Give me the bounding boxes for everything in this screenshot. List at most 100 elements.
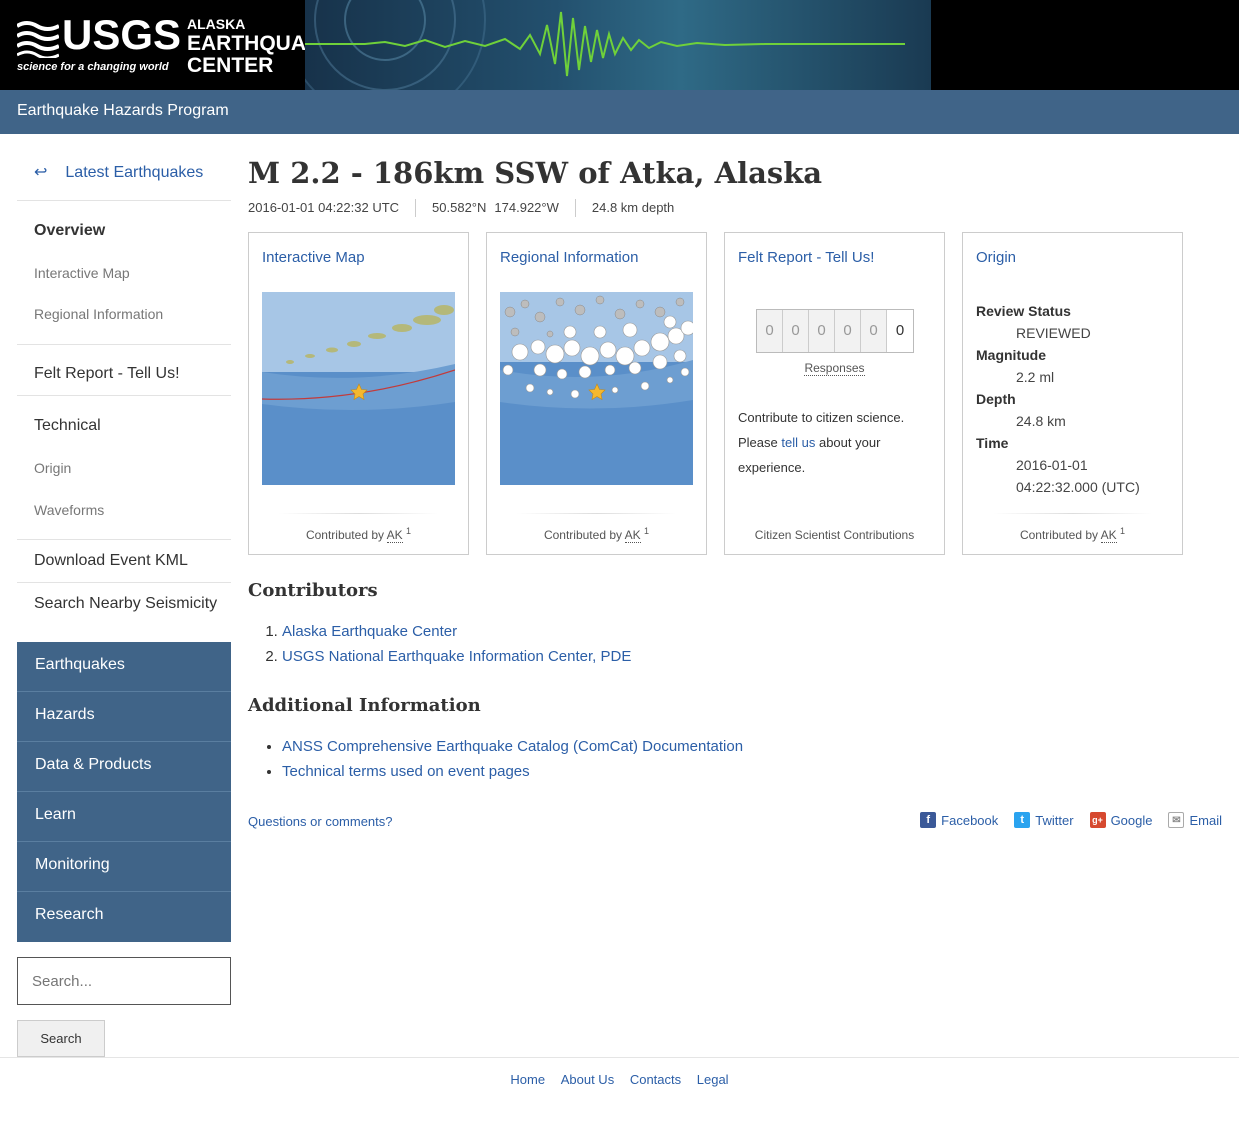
twitter-icon: t <box>1014 812 1031 828</box>
sidebar-item-felt-report[interactable]: Felt Report - Tell Us! <box>34 365 248 383</box>
card-regional-information-title[interactable]: Regional Information <box>500 249 638 266</box>
footer-contacts-link[interactable]: Contacts <box>630 1072 681 1087</box>
latest-earthquakes-label: Latest Earthquakes <box>65 164 204 181</box>
divider <box>993 513 1152 514</box>
time-date-value: 2016-01-01 <box>1016 457 1088 473</box>
counter-digit: 0 <box>861 310 887 352</box>
card-felt-report-title[interactable]: Felt Report - Tell Us! <box>738 249 874 266</box>
divider <box>17 582 231 583</box>
usgs-wave-icon <box>17 21 59 58</box>
responses-label: Responses <box>725 361 944 376</box>
site-nav-learn[interactable]: Learn <box>17 792 231 842</box>
card-felt-report-footer: Citizen Scientist Contributions <box>754 528 915 542</box>
contributors-heading: Contributors <box>248 580 378 601</box>
contributor-footnote: 1 <box>1120 526 1126 536</box>
contributor-footnote: 1 <box>644 526 650 536</box>
felt-text-please: Please <box>738 435 778 450</box>
list-item: USGS National Earthquake Information Cen… <box>282 644 631 669</box>
sidebar-item-search-nearby[interactable]: Search Nearby Seismicity <box>34 595 248 613</box>
card-origin-title[interactable]: Origin <box>976 249 1016 266</box>
counter-digit: 0 <box>757 310 783 352</box>
magnitude-label: Magnitude <box>976 347 1046 363</box>
site-footer: Home About Us Contacts Legal <box>0 1072 1239 1087</box>
counter-digit: 0 <box>809 310 835 352</box>
share-email[interactable]: ✉ Email <box>1168 812 1222 828</box>
seismogram-banner <box>305 0 931 90</box>
email-icon: ✉ <box>1168 812 1185 828</box>
site-nav-earthquakes[interactable]: Earthquakes <box>17 642 231 692</box>
event-depth: 24.8 km depth <box>574 199 690 217</box>
site-nav: Earthquakes Hazards Data & Products Lear… <box>17 642 231 942</box>
event-location: 50.582°N 174.922°W <box>415 199 575 217</box>
footer-about-link[interactable]: About Us <box>561 1072 614 1087</box>
contributed-by-label: Contributed by <box>543 528 622 542</box>
program-link[interactable]: Earthquake Hazards Program <box>17 102 229 120</box>
contributor-source[interactable]: AK <box>386 528 403 543</box>
contributor-footnote: 1 <box>406 526 412 536</box>
site-header: USGS science for a changing world ALASKA… <box>0 0 1239 90</box>
share-twitter[interactable]: t Twitter <box>1014 812 1074 828</box>
google-plus-icon: g+ <box>1089 812 1106 828</box>
interactive-map-thumbnail[interactable] <box>262 292 455 485</box>
card-interactive-map: Interactive Map Contributed by AK 1 <box>248 232 469 555</box>
divider <box>279 513 438 514</box>
sidebar-item-waveforms[interactable]: Waveforms <box>34 502 248 518</box>
site-nav-monitoring[interactable]: Monitoring <box>17 842 231 892</box>
tell-us-link[interactable]: tell us <box>781 435 815 450</box>
list-item: Alaska Earthquake Center <box>282 619 631 644</box>
review-status-label: Review Status <box>976 303 1071 319</box>
additional-info-list: ANSS Comprehensive Earthquake Catalog (C… <box>264 734 743 784</box>
sidebar-item-overview[interactable]: Overview <box>34 222 248 240</box>
contributed-by-label: Contributed by <box>1019 528 1098 542</box>
footer-home-link[interactable]: Home <box>510 1072 545 1087</box>
sidebar-item-technical[interactable]: Technical <box>34 417 248 435</box>
page-title: M 2.2 - 186km SSW of Atka, Alaska <box>248 156 823 190</box>
sidebar-item-download-kml[interactable]: Download Event KML <box>34 552 248 570</box>
card-regional-information-contributor: Contributed by AK 1 <box>487 526 706 543</box>
share-facebook[interactable]: f Facebook <box>920 812 998 828</box>
share-google-label[interactable]: Google <box>1111 813 1153 828</box>
depth-label: Depth <box>976 391 1016 407</box>
counter-digit: 0 <box>783 310 809 352</box>
card-origin: Origin Review Status REVIEWED Magnitude … <box>962 232 1183 555</box>
share-google[interactable]: g+ Google <box>1089 812 1153 828</box>
search-input[interactable] <box>17 957 231 1005</box>
event-longitude: 174.922°W <box>494 200 559 215</box>
technical-terms-link[interactable]: Technical terms used on event pages <box>282 763 530 780</box>
share-twitter-label[interactable]: Twitter <box>1035 813 1073 828</box>
site-nav-research[interactable]: Research <box>17 892 231 942</box>
contributors-list: Alaska Earthquake Center USGS National E… <box>264 619 631 669</box>
felt-description: Contribute to citizen science. Please te… <box>738 405 928 480</box>
questions-link[interactable]: Questions or comments? <box>248 814 393 829</box>
responses-text: Responses <box>804 361 865 376</box>
felt-text-about: about your <box>818 435 881 450</box>
site-nav-hazards[interactable]: Hazards <box>17 692 231 742</box>
depth-value: 24.8 km <box>1016 413 1066 429</box>
contributor-link[interactable]: USGS National Earthquake Information Cen… <box>282 648 631 665</box>
felt-text-line2: Please tell us about your <box>738 430 928 455</box>
footer-legal-link[interactable]: Legal <box>697 1072 729 1087</box>
contributor-source[interactable]: AK <box>624 528 641 543</box>
contributor-link[interactable]: Alaska Earthquake Center <box>282 623 457 640</box>
share-email-label[interactable]: Email <box>1189 813 1222 828</box>
regional-map-thumbnail[interactable] <box>500 292 693 485</box>
footer-divider <box>0 1057 1239 1058</box>
map-thumbnail-graphic <box>262 292 455 485</box>
time-clock-value: 04:22:32.000 (UTC) <box>1016 479 1140 495</box>
counter-digit: 0 <box>835 310 861 352</box>
sidebar-item-origin[interactable]: Origin <box>34 460 248 476</box>
card-interactive-map-title[interactable]: Interactive Map <box>262 249 365 266</box>
usgs-logo[interactable]: USGS science for a changing world ALASKA… <box>0 0 335 90</box>
comcat-docs-link[interactable]: ANSS Comprehensive Earthquake Catalog (C… <box>282 738 743 755</box>
seismogram-graphic <box>305 0 905 90</box>
divider <box>17 200 231 201</box>
sidebar-item-interactive-map[interactable]: Interactive Map <box>34 265 248 281</box>
sidebar-item-regional-information[interactable]: Regional Information <box>34 306 248 322</box>
latest-earthquakes-link[interactable]: ↩ Latest Earthquakes <box>34 162 248 182</box>
counter-digit: 0 <box>887 310 913 352</box>
divider <box>17 344 231 345</box>
contributor-source[interactable]: AK <box>1100 528 1117 543</box>
site-nav-data-products[interactable]: Data & Products <box>17 742 231 792</box>
share-facebook-label[interactable]: Facebook <box>941 813 998 828</box>
search-button[interactable]: Search <box>17 1020 105 1057</box>
